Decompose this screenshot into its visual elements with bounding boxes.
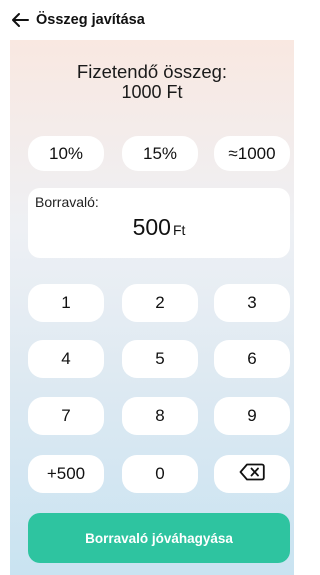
tip-value: 500 <box>132 214 171 240</box>
keypad-key-7[interactable]: 7 <box>28 397 104 435</box>
tip-amount-field[interactable]: Borravaló: 500 Ft <box>28 188 290 258</box>
tip-preset-round-button[interactable]: ≈1000 <box>214 136 290 171</box>
keypad-key-6[interactable]: 6 <box>214 340 290 378</box>
tip-label: Borravaló: <box>35 194 99 210</box>
arrow-left-icon[interactable] <box>10 10 30 30</box>
tip-preset-15-button[interactable]: 15% <box>122 136 198 171</box>
keypad-key-3[interactable]: 3 <box>214 284 290 322</box>
tip-currency: Ft <box>172 222 186 238</box>
keypad-key-2[interactable]: 2 <box>122 284 198 322</box>
page-title: Összeg javítása <box>36 12 145 28</box>
amount-due-label: Fizetendő összeg: <box>76 61 228 82</box>
confirm-tip-button[interactable]: Borravaló jóváhagyása <box>28 513 290 563</box>
top-bar: Összeg javítása <box>0 0 296 40</box>
amount-due-value: 1000 Ft <box>121 82 183 102</box>
keypad-key-0[interactable]: 0 <box>122 455 198 493</box>
tip-value-display: 500 Ft <box>28 214 290 241</box>
keypad-key-5[interactable]: 5 <box>122 340 198 378</box>
tip-preset-10-button[interactable]: 10% <box>28 136 104 171</box>
backspace-icon <box>239 463 265 486</box>
keypad-key-9[interactable]: 9 <box>214 397 290 435</box>
keypad-key-4[interactable]: 4 <box>28 340 104 378</box>
backspace-button[interactable] <box>214 455 290 493</box>
keypad-key-8[interactable]: 8 <box>122 397 198 435</box>
keypad-key-plus-500[interactable]: +500 <box>28 455 104 493</box>
keypad-key-1[interactable]: 1 <box>28 284 104 322</box>
tip-panel: Fizetendő összeg: 1000 Ft 10% 15% ≈1000 … <box>10 40 294 575</box>
